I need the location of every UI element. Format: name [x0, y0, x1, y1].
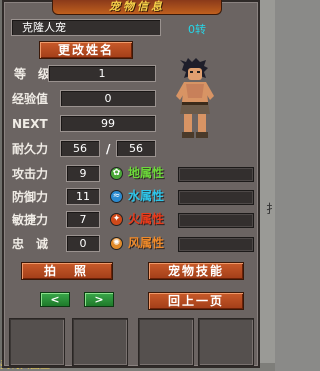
wind-element-bar: [178, 237, 254, 252]
durability-label: 耐久力: [12, 142, 49, 156]
map-background-right: [259, 0, 275, 371]
fire-element-icon: ✦: [110, 213, 123, 226]
attack-value: 9: [66, 165, 100, 182]
earth-element-icon: ✿: [110, 167, 123, 180]
earth-element-label: 地属性: [128, 166, 165, 180]
prev-pet-button[interactable]: <: [40, 292, 70, 307]
wind-element-label: 风属性: [128, 236, 165, 250]
pet-sprite: [176, 58, 214, 138]
photo-button[interactable]: 拍照: [21, 262, 113, 280]
agility-label: 敏捷力: [12, 213, 49, 227]
rename-button[interactable]: 更改姓名: [39, 41, 133, 59]
exp-label: 经验值: [12, 92, 49, 106]
exp-value: 0: [60, 90, 156, 107]
durability-max: 56: [116, 140, 156, 157]
loyalty-label: 忠 诚: [12, 237, 49, 251]
loyalty-value: 0: [66, 235, 100, 252]
next-label: NEXT: [12, 117, 48, 131]
water-element-bar: [178, 190, 254, 205]
next-value: 99: [60, 115, 156, 132]
defense-label: 防御力: [12, 190, 49, 204]
water-element-icon: ≈: [110, 190, 123, 203]
level-label: 等 级: [14, 67, 51, 81]
agility-value: 7: [66, 211, 100, 228]
durability-separator: /: [106, 142, 111, 156]
defense-value: 11: [66, 188, 100, 205]
transfer-status: 0转: [188, 23, 206, 36]
item-slot-2[interactable]: [72, 318, 128, 366]
durability-current: 56: [60, 140, 100, 157]
item-slot-3[interactable]: [138, 318, 194, 366]
earth-element-bar: [178, 167, 254, 182]
pet-name-field: 克隆人宠: [11, 19, 161, 36]
item-slot-4[interactable]: [198, 318, 254, 366]
window-title: 宠物信息: [52, 0, 222, 15]
pet-info-window: 宠物信息 克隆人宠 0转 更改姓名 等 级 1 经验值 0 NEXT 99 耐久…: [2, 0, 260, 368]
back-button[interactable]: 回上一页: [148, 292, 244, 310]
fire-element-label: 火属性: [128, 212, 165, 226]
next-pet-button[interactable]: >: [84, 292, 114, 307]
water-element-label: 水属性: [128, 189, 165, 203]
wind-element-icon: ✺: [110, 237, 123, 250]
level-value: 1: [48, 65, 156, 82]
attack-label: 攻击力: [12, 167, 49, 181]
fire-element-bar: [178, 213, 254, 228]
item-slot-1[interactable]: [9, 318, 65, 366]
pet-skill-button[interactable]: 宠物技能: [148, 262, 244, 280]
map-text-fragment: 扌: [266, 202, 279, 216]
